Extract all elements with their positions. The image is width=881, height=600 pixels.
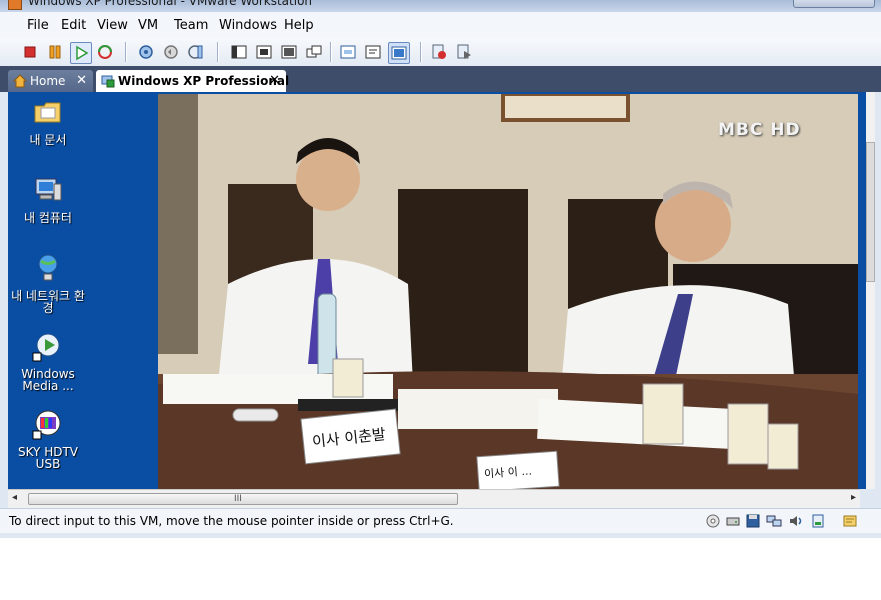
hard-disk-icon[interactable]	[725, 513, 741, 529]
tab-home[interactable]: Home ✕	[8, 70, 93, 92]
snapshot-manager-button[interactable]	[186, 42, 206, 62]
quick-switch-icon	[256, 45, 272, 59]
power-off-button[interactable]	[20, 42, 40, 62]
horizontal-scrollbar[interactable]: ◂ III ▸	[8, 489, 860, 508]
quick-switch-button[interactable]	[254, 42, 274, 62]
unity-button[interactable]	[304, 42, 324, 62]
folder-icon	[34, 102, 61, 123]
vertical-scroll-thumb[interactable]	[866, 142, 875, 282]
power-on-button[interactable]	[70, 42, 92, 64]
vertical-scrollbar[interactable]	[866, 92, 875, 489]
nameplate-text-second: 이사 이 ...	[483, 464, 533, 481]
floppy-icon[interactable]	[745, 513, 761, 529]
menu-view[interactable]: View	[97, 18, 128, 33]
unity-icon	[306, 45, 322, 58]
computer-icon	[35, 178, 62, 201]
toolbar-separator	[217, 42, 219, 62]
suspend-button[interactable]	[45, 42, 65, 62]
tab-bar: Home ✕ Windows XP Professional ✕	[0, 66, 881, 92]
desktop-icon-my-computer[interactable]: 내 컴퓨터	[8, 174, 88, 224]
message-log-icon[interactable]	[842, 513, 858, 529]
scroll-left-icon[interactable]: ◂	[12, 492, 17, 503]
vm-icon	[101, 75, 115, 88]
show-sidebar-button[interactable]	[229, 42, 249, 62]
tab-home-label: Home	[30, 74, 66, 88]
cd-drive-icon[interactable]	[705, 513, 721, 529]
record-icon	[432, 44, 446, 59]
reset-icon	[98, 45, 112, 59]
app-icon	[8, 0, 22, 10]
home-icon	[13, 74, 27, 88]
tv-icon	[32, 410, 61, 440]
status-text: To direct input to this VM, move the mou…	[9, 514, 454, 528]
full-screen-button[interactable]	[279, 42, 299, 62]
revert-icon	[164, 45, 178, 59]
window-title: Windows XP Professional - VMware Worksta…	[28, 0, 313, 8]
desktop-icon-label: 내 컴퓨터	[24, 211, 72, 225]
revert-snapshot-button[interactable]	[161, 42, 181, 62]
menu-windows[interactable]: Windows	[219, 18, 277, 33]
network-adapter-icon[interactable]	[766, 513, 782, 529]
console-view-button[interactable]	[338, 42, 358, 62]
close-icon[interactable]: ✕	[269, 73, 280, 88]
replay-button[interactable]	[454, 42, 474, 62]
desktop-icon-label: 내 네트워크 환경	[11, 289, 85, 315]
summary-icon	[365, 45, 381, 59]
reset-button[interactable]	[95, 42, 115, 62]
vm-console[interactable]: 내 문서 내 컴퓨터 내 네트워크 환경 Windows Media ... S…	[8, 92, 875, 489]
vmware-window: Windows XP Professional - VMware Worksta…	[0, 0, 881, 538]
menu-vm[interactable]: VM	[138, 18, 158, 33]
desktop-icon-label: Windows Media ...	[21, 367, 75, 393]
desktop-icon-label: SKY HDTV USB	[17, 445, 78, 471]
desktop-icon-label: 내 문서	[29, 133, 67, 147]
video-player-frame[interactable]: MBC HD 이사 이춘발 이사 이 ...	[158, 94, 858, 489]
sidebar-icon	[231, 45, 247, 59]
menu-file[interactable]: File	[27, 18, 49, 33]
desktop-icon-sky-hdtv[interactable]: SKY HDTV USB	[8, 408, 88, 470]
close-icon[interactable]: ✕	[76, 73, 87, 88]
full-screen-icon	[281, 45, 297, 59]
scroll-grip: III	[234, 494, 242, 504]
console-icon	[340, 45, 356, 59]
video-scene	[158, 94, 858, 489]
pause-icon	[49, 45, 61, 59]
desktop-icon-windows-media[interactable]: Windows Media ...	[8, 330, 88, 392]
desktop-icon-my-network[interactable]: 내 네트워크 환경	[8, 252, 88, 314]
snapshot-button[interactable]	[136, 42, 156, 62]
status-bar: To direct input to this VM, move the mou…	[0, 508, 881, 533]
play-icon	[76, 45, 89, 61]
desktop-icon-my-documents[interactable]: 내 문서	[8, 96, 88, 146]
scroll-right-icon[interactable]: ▸	[851, 492, 856, 503]
toolbar	[0, 38, 881, 67]
title-bar: Windows XP Professional - VMware Worksta…	[0, 0, 881, 12]
toolbar-separator	[125, 42, 127, 62]
sound-icon[interactable]	[788, 513, 804, 529]
snapshot-icon	[139, 45, 153, 59]
tab-windows-xp-label: Windows XP Professional	[118, 74, 290, 88]
menu-team[interactable]: Team	[174, 18, 208, 33]
horizontal-scroll-thumb[interactable]: III	[28, 493, 458, 505]
media-player-icon	[32, 333, 60, 362]
replay-icon	[457, 44, 471, 59]
network-icon	[38, 254, 58, 281]
window-controls[interactable]	[793, 0, 875, 8]
menu-help[interactable]: Help	[284, 18, 314, 33]
fit-window-icon	[391, 46, 407, 60]
toolbar-separator	[420, 42, 422, 62]
summary-view-button[interactable]	[363, 42, 383, 62]
channel-watermark: MBC HD	[718, 120, 801, 140]
snapshot-manager-icon	[188, 45, 203, 59]
tab-windows-xp[interactable]: Windows XP Professional ✕	[96, 70, 290, 92]
menu-bar: File Edit View VM Team Windows Help	[0, 12, 881, 39]
record-button[interactable]	[429, 42, 449, 62]
fit-window-button[interactable]	[388, 42, 410, 64]
usb-device-icon[interactable]	[810, 513, 826, 529]
toolbar-separator	[330, 42, 332, 62]
menu-edit[interactable]: Edit	[61, 18, 86, 33]
stop-icon	[24, 46, 36, 58]
